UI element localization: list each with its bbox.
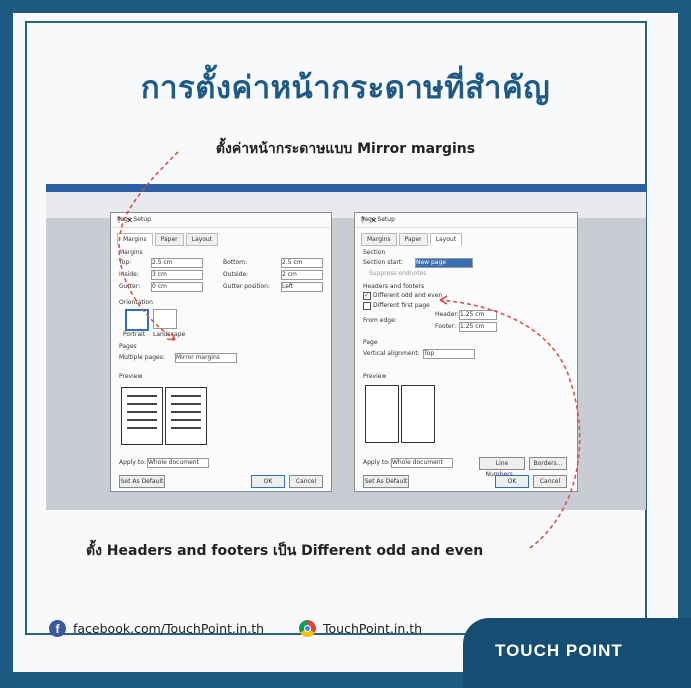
facebook-link[interactable]: facebook.com/TouchPoint.in.th <box>73 621 264 636</box>
website-link[interactable]: TouchPoint.in.th <box>323 621 422 636</box>
annotation-arrows <box>118 151 581 549</box>
chrome-icon <box>299 620 316 637</box>
facebook-icon: f <box>49 620 66 637</box>
touchpoint-logo: TOUCH POINT <box>495 641 623 660</box>
odd-even-caption: ตั้ง Headers and footers เป็น Different … <box>86 543 484 559</box>
